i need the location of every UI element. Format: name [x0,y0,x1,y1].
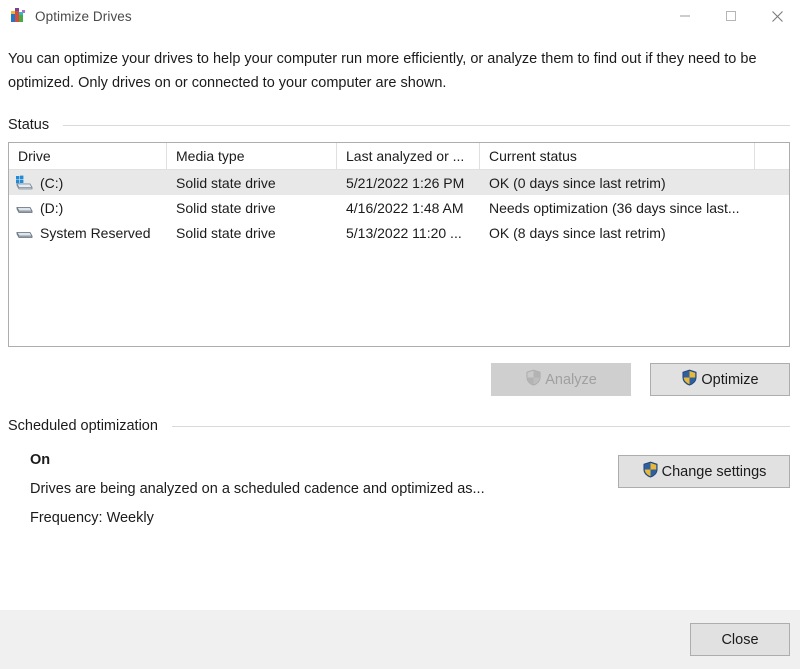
scheduled-group-label: Scheduled optimization [8,418,158,434]
analyze-button[interactable]: Analyze [491,363,631,396]
shield-icon [642,461,659,482]
drive-list[interactable]: Drive Media type Last analyzed or ... Cu… [8,142,790,347]
cell-current-status: Needs optimization (36 days since last..… [489,199,740,216]
analyze-button-label: Analyze [545,371,597,388]
close-button[interactable] [754,0,800,32]
change-settings-button[interactable]: Change settings [618,455,790,488]
optimize-button[interactable]: Optimize [650,363,790,396]
column-header-drive[interactable]: Drive [9,143,167,169]
cell-drive: (D:) [9,200,167,216]
window-controls [662,0,800,32]
cell-media-type: Solid state drive [176,199,276,216]
cell-media-type: Solid state drive [176,224,276,241]
cell-current-status: OK (8 days since last retrim) [489,224,666,241]
scheduled-group-rule [171,425,790,427]
minimize-button[interactable] [662,0,708,32]
drive-action-buttons: Analyze Optimize [8,363,790,396]
shield-icon-disabled [525,369,542,390]
table-row[interactable]: System Reserved Solid state drive 5/13/2… [9,220,789,245]
status-group-label: Status [8,117,50,133]
table-row[interactable]: (D:) Solid state drive 4/16/2022 1:48 AM… [9,195,789,220]
cell-last-analyzed: 5/13/2022 11:20 ... [346,224,462,241]
defrag-icon [9,7,27,25]
close-dialog-button-label: Close [721,631,759,648]
cell-drive: (C:) [9,175,167,191]
column-header-current-status[interactable]: Current status [480,143,755,169]
cell-current-status: OK (0 days since last retrim) [489,174,666,191]
column-header-last-analyzed[interactable]: Last analyzed or ... [337,143,480,169]
title-bar: Optimize Drives [0,0,800,32]
optimize-button-label: Optimize [701,371,759,388]
cell-media-type: Solid state drive [176,174,276,191]
cell-drive-label: (C:) [40,174,64,191]
description-text: You can optimize your drives to help you… [8,51,757,91]
scheduled-optimization-body: On Drives are being analyzed on a schedu… [8,452,790,526]
scheduled-group-header: Scheduled optimization [8,418,790,434]
cell-drive-label: (D:) [40,199,64,216]
column-header-filler [755,143,789,169]
schedule-frequency: Frequency: Weekly [30,510,154,526]
system-drive-icon [15,175,34,191]
cell-drive-label: System Reserved [40,224,151,241]
cell-drive: System Reserved [9,225,167,241]
drive-icon [15,200,34,216]
dialog-footer: Close [0,610,800,669]
status-group-rule [63,124,790,126]
cell-last-analyzed: 4/16/2022 1:48 AM [346,199,464,216]
column-header-media-type[interactable]: Media type [167,143,337,169]
window-title: Optimize Drives [35,8,132,24]
status-group-header: Status [8,117,790,133]
table-row[interactable]: (C:) Solid state drive 5/21/2022 1:26 PM… [9,170,789,195]
close-dialog-button[interactable]: Close [690,623,790,656]
drive-icon [15,225,34,241]
drive-list-header: Drive Media type Last analyzed or ... Cu… [9,143,789,170]
shield-icon [681,369,698,390]
change-settings-button-label: Change settings [661,463,767,480]
cell-last-analyzed: 5/21/2022 1:26 PM [346,174,465,191]
maximize-button[interactable] [708,0,754,32]
